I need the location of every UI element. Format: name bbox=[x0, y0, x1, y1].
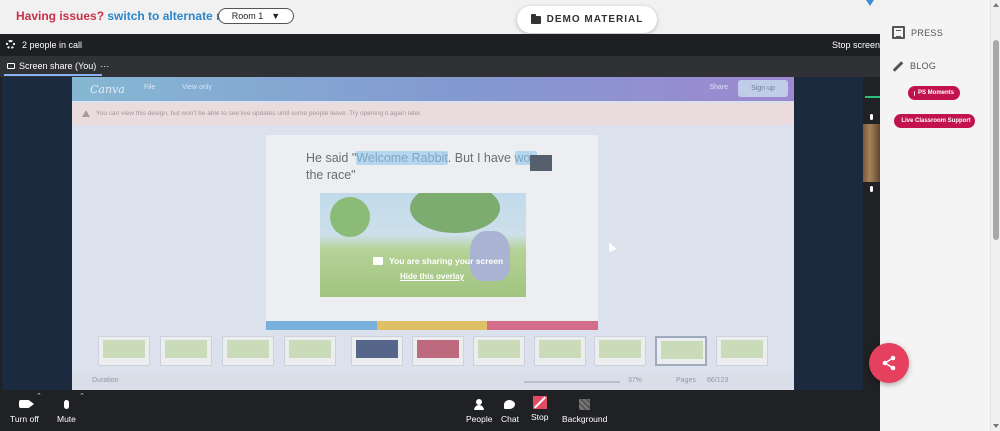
people-button[interactable]: People bbox=[466, 398, 492, 424]
turn-off-camera-button[interactable]: Turn off bbox=[10, 398, 39, 424]
issues-notice: Having issues? switch to alternate room bbox=[16, 9, 246, 23]
control-label: Stop bbox=[531, 412, 549, 422]
stop-share-button[interactable]: Stop bbox=[531, 395, 549, 422]
call-header: 2 people in call Stop screen bbox=[0, 34, 880, 56]
sharing-message: You are sharing your screen bbox=[373, 256, 503, 266]
demo-material-label: DEMO MATERIAL bbox=[546, 14, 644, 25]
scroll-down-icon[interactable] bbox=[993, 424, 999, 428]
control-label: Background bbox=[562, 414, 608, 424]
sidebar-item-label: PRESS bbox=[911, 27, 944, 38]
background-button[interactable]: Background bbox=[562, 398, 607, 424]
ps-moments-button[interactable]: PS Moments bbox=[908, 86, 960, 100]
video-call: 2 people in call Stop screen Screen shar… bbox=[0, 34, 880, 431]
live-support-button[interactable]: Live Classroom Support bbox=[894, 114, 975, 128]
page: Having issues? switch to alternate room … bbox=[0, 0, 1000, 431]
room-select[interactable]: Room 1 ▼ bbox=[218, 8, 294, 24]
background-icon bbox=[578, 398, 592, 410]
share-button[interactable] bbox=[869, 343, 909, 383]
demo-material-button[interactable]: DEMO MATERIAL bbox=[517, 6, 657, 33]
chevron-down-icon: ▼ bbox=[271, 11, 281, 21]
sidebar-item-press[interactable]: PRESS bbox=[892, 26, 943, 39]
active-tab-indicator bbox=[4, 74, 102, 76]
location-pin-icon bbox=[866, 0, 874, 6]
hide-overlay-link[interactable]: Hide this overlay bbox=[400, 272, 464, 281]
plus-circle-icon bbox=[914, 90, 915, 96]
issues-text: Having issues? bbox=[16, 9, 105, 23]
stop-screen-button[interactable]: Stop screen bbox=[832, 40, 880, 50]
control-label: Mute bbox=[57, 414, 76, 424]
canva-view: Canva File View only Share Sign up You c… bbox=[72, 77, 794, 390]
folder-icon bbox=[530, 13, 541, 24]
share-icon bbox=[882, 355, 896, 371]
ps-moments-label: PS Moments bbox=[917, 90, 954, 96]
share-overlay bbox=[72, 77, 794, 390]
shared-screen: Canva File View only Share Sign up You c… bbox=[2, 77, 863, 390]
stop-share-icon bbox=[532, 395, 547, 409]
live-support-label: Live Classroom Support bbox=[901, 118, 971, 124]
scroll-up-icon[interactable] bbox=[993, 3, 999, 7]
gear-icon[interactable] bbox=[6, 40, 15, 49]
more-icon[interactable]: ··· bbox=[100, 61, 109, 71]
mute-button[interactable]: Mute bbox=[57, 398, 76, 424]
sharing-message-text: You are sharing your screen bbox=[389, 256, 504, 266]
screen-share-icon bbox=[7, 63, 15, 69]
pencil-icon bbox=[892, 60, 904, 72]
tab-label: Screen share (You) bbox=[19, 61, 97, 71]
scrollbar-thumb[interactable] bbox=[993, 40, 999, 240]
chevron-up-icon[interactable]: ⌃ bbox=[36, 392, 42, 400]
microphone-icon bbox=[863, 182, 880, 196]
sidebar-item-label: BLOG bbox=[910, 61, 937, 71]
control-label: People bbox=[466, 414, 493, 424]
page-scrollbar[interactable] bbox=[990, 0, 1000, 431]
microphone-icon bbox=[59, 398, 73, 410]
call-controls: Turn off ⌃ Mute ⌃ People Chat Stop Backg… bbox=[0, 390, 880, 431]
share-tabs: Screen share (You) ··· bbox=[0, 56, 880, 77]
tab-screen-share[interactable]: Screen share (You) ··· bbox=[7, 61, 109, 71]
top-banner: Having issues? switch to alternate room … bbox=[0, 0, 880, 34]
control-label: Turn off bbox=[10, 414, 39, 424]
chat-icon bbox=[503, 398, 517, 410]
screen-share-icon bbox=[373, 257, 383, 265]
speaking-indicator bbox=[865, 96, 880, 98]
chevron-up-icon[interactable]: ⌃ bbox=[79, 392, 85, 400]
chat-button[interactable]: Chat bbox=[501, 398, 519, 424]
camera-icon bbox=[17, 398, 34, 410]
room-select-value: Room 1 bbox=[231, 11, 264, 21]
microphone-icon bbox=[863, 110, 880, 124]
newspaper-icon bbox=[892, 26, 905, 39]
people-icon bbox=[472, 398, 486, 410]
people-count: 2 people in call bbox=[22, 40, 83, 50]
sidebar-item-blog[interactable]: BLOG bbox=[892, 60, 937, 72]
control-label: Chat bbox=[501, 414, 519, 424]
